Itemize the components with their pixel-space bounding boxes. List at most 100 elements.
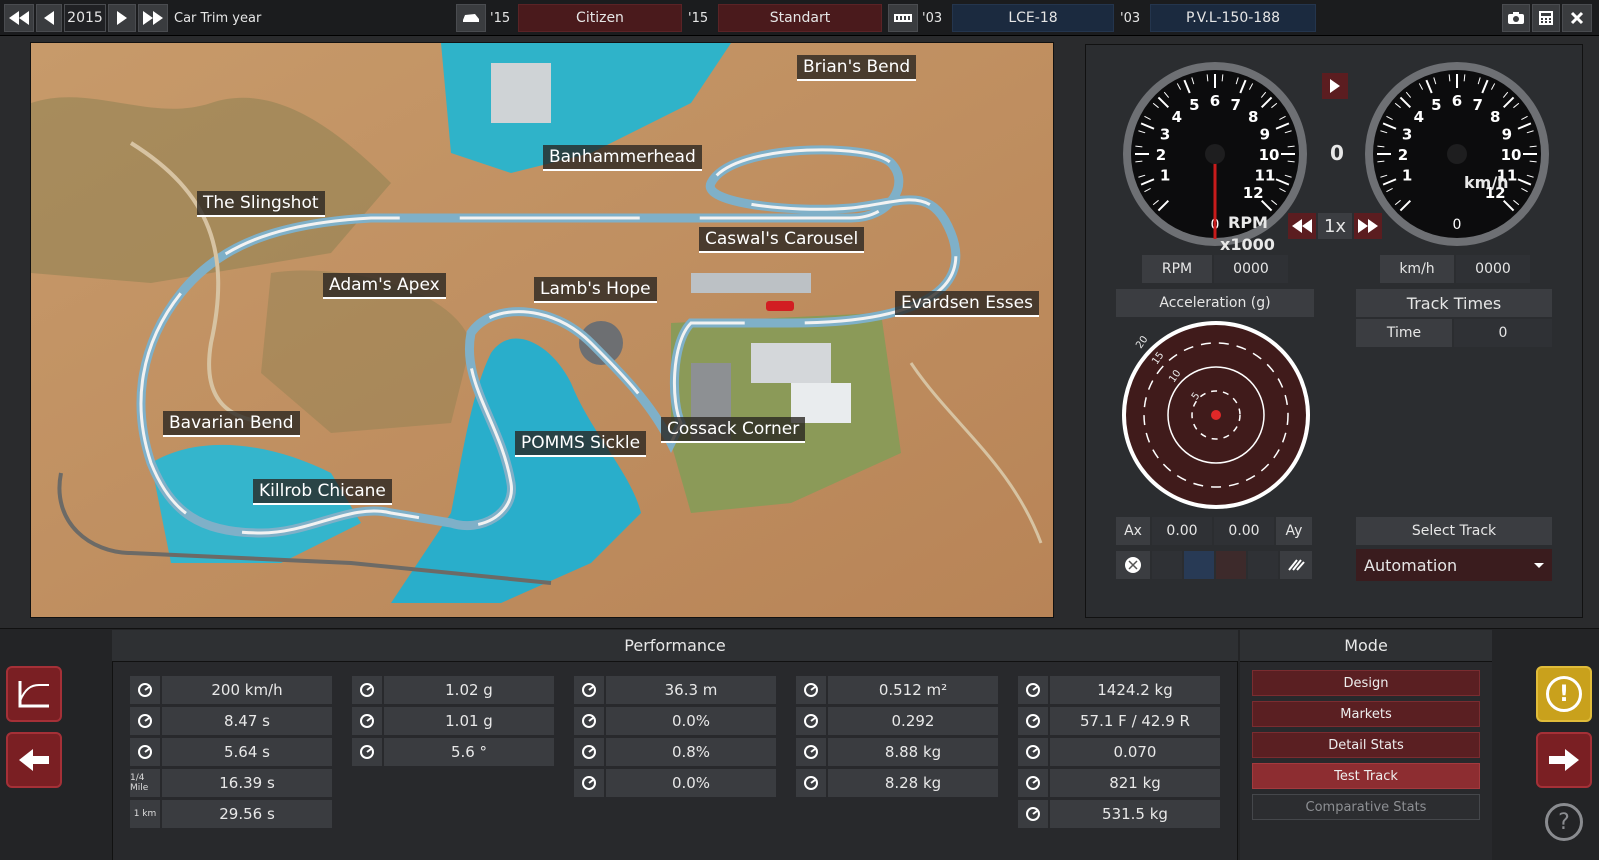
color-swatch xyxy=(1248,551,1278,579)
track-select-dropdown[interactable]: Automation xyxy=(1356,549,1552,581)
gauge-zero-label: 0 xyxy=(1453,217,1462,233)
rear-axle-icon xyxy=(1018,800,1048,828)
gauge-tick-label: 12 xyxy=(1243,184,1264,202)
engine-variant[interactable]: P.V.L-150-188 xyxy=(1150,4,1316,32)
map-image xyxy=(31,43,1053,617)
rewind-icon xyxy=(1292,219,1312,233)
calculator-button[interactable] xyxy=(1532,4,1560,32)
downforce-rear-icon xyxy=(796,769,826,797)
frontal-area-icon xyxy=(796,676,826,704)
lateral-g2-icon xyxy=(352,707,382,735)
front-axle-icon xyxy=(1018,769,1048,797)
stat-value: 16.39 s xyxy=(162,769,332,797)
gauge-tick-label: 8 xyxy=(1248,108,1258,126)
drag-icon xyxy=(796,707,826,735)
arrow-right-icon xyxy=(1549,749,1579,771)
stat-row: 5.64 s xyxy=(130,738,332,766)
engine-icon-button[interactable] xyxy=(888,4,918,32)
gauge-minor-tick xyxy=(1287,145,1295,148)
fast-forward-icon xyxy=(1358,219,1378,233)
corner-label[interactable]: Killrob Chicane xyxy=(253,479,392,505)
close-icon xyxy=(1570,11,1584,25)
color-swatch xyxy=(1184,551,1214,579)
trim-name[interactable]: Standart xyxy=(718,4,882,32)
braking-distance-icon xyxy=(574,676,604,704)
play-button[interactable] xyxy=(1322,73,1348,99)
stat-row: 1424.2 kg xyxy=(1018,676,1220,704)
understeer-icon xyxy=(574,738,604,766)
engine-icon xyxy=(894,14,912,22)
ax-value: 0.00 xyxy=(1152,517,1212,545)
next-button[interactable] xyxy=(1536,732,1592,788)
stat-row: 8.88 kg xyxy=(796,738,998,766)
track-times-title: Track Times xyxy=(1356,289,1552,317)
corner-label[interactable]: Lamb's Hope xyxy=(534,277,657,303)
gauge-tick-label: 4 xyxy=(1414,108,1424,126)
gauge-minor-tick xyxy=(1448,74,1451,82)
gauge-tick-label: 10 xyxy=(1501,146,1522,164)
corner-label[interactable]: Adam's Apex xyxy=(323,273,446,299)
tire-marks-toggle[interactable] xyxy=(1280,551,1312,579)
warning-button[interactable]: ! xyxy=(1536,666,1592,722)
close-button[interactable] xyxy=(1562,4,1592,32)
corner-label[interactable]: Evardsen Esses xyxy=(895,291,1039,317)
gauge-tick-label: 8 xyxy=(1490,108,1500,126)
stat-value: 1.01 g xyxy=(384,707,554,735)
gauge-tick-label: 9 xyxy=(1260,125,1270,143)
mode-comparative-stats-button: Comparative Stats xyxy=(1252,794,1480,820)
graph-button[interactable] xyxy=(6,666,62,722)
stat-value: 0.070 xyxy=(1050,738,1220,766)
corner-label[interactable]: Caswal's Carousel xyxy=(699,227,865,253)
slower-button[interactable] xyxy=(1288,213,1316,239)
g-force-meter xyxy=(1122,321,1310,509)
gauge-minor-tick xyxy=(1377,145,1385,148)
tire-icon xyxy=(1288,559,1305,571)
ay-value: 0.00 xyxy=(1214,517,1274,545)
corner-label[interactable]: Brian's Bend xyxy=(797,55,917,81)
engine-family[interactable]: LCE-18 xyxy=(952,4,1114,32)
play-icon xyxy=(1330,79,1340,93)
stat-row: 0.512 m² xyxy=(796,676,998,704)
speedometer-icon xyxy=(130,676,160,704)
corner-label[interactable]: Bavarian Bend xyxy=(163,411,300,437)
gauge-minor-tick xyxy=(1529,145,1537,148)
corner-label[interactable]: Cossack Corner xyxy=(661,417,806,443)
model-name[interactable]: Citizen xyxy=(518,4,682,32)
stat-value: 36.3 m xyxy=(606,676,776,704)
screenshot-button[interactable] xyxy=(1502,4,1530,32)
corner-label[interactable]: The Slingshot xyxy=(197,191,325,217)
help-button[interactable]: ? xyxy=(1540,798,1588,846)
stat-value: 1424.2 kg xyxy=(1050,676,1220,704)
faster-button[interactable] xyxy=(1354,213,1382,239)
fast-rewind-icon xyxy=(9,11,29,25)
stat-row: 0.8% xyxy=(574,738,776,766)
chevron-down-icon xyxy=(1534,562,1544,568)
reset-button[interactable] xyxy=(1116,551,1150,579)
mode-markets-button[interactable]: Markets xyxy=(1252,701,1480,727)
gauge-minor-tick xyxy=(1463,74,1466,82)
gauge-tick-label: 3 xyxy=(1402,125,1412,143)
corner-label[interactable]: Banhammerhead xyxy=(543,145,702,171)
year-last-button[interactable] xyxy=(138,4,168,32)
gauge-minor-tick xyxy=(1206,74,1209,82)
car-icon xyxy=(463,14,479,22)
mode-detail-stats-button[interactable]: Detail Stats xyxy=(1252,732,1480,758)
gauge-minor-tick xyxy=(1377,160,1385,163)
year-first-button[interactable] xyxy=(4,4,34,32)
mode-test-track-button[interactable]: Test Track xyxy=(1252,763,1480,789)
back-button[interactable] xyxy=(6,732,62,788)
stat-row: 8.47 s xyxy=(130,707,332,735)
year-prev-button[interactable] xyxy=(36,4,62,32)
accel-100-icon xyxy=(130,707,160,735)
speed-gauge: 12345 6 7891011120 xyxy=(1365,62,1549,246)
year-value: 2015 xyxy=(64,4,106,32)
stat-value: 200 km/h xyxy=(162,676,332,704)
corner-label[interactable]: POMMS Sickle xyxy=(515,431,647,457)
mode-design-button[interactable]: Design xyxy=(1252,670,1480,696)
reset-icon xyxy=(1125,557,1141,573)
rpm-unit-label: RPM xyxy=(1228,213,1268,232)
car-model-icon-button[interactable] xyxy=(456,4,486,32)
weight-icon xyxy=(1018,676,1048,704)
year-next-button[interactable] xyxy=(108,4,136,32)
stat-value: 531.5 kg xyxy=(1050,800,1220,828)
